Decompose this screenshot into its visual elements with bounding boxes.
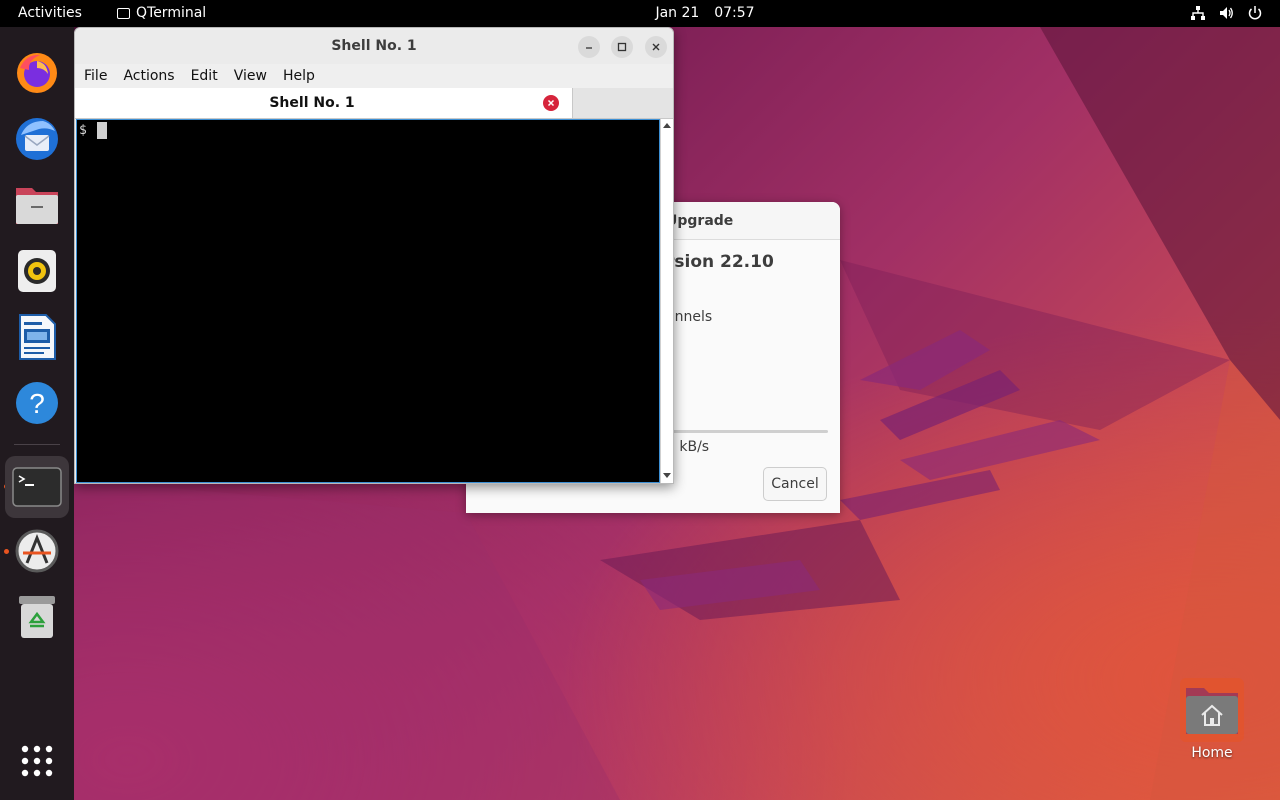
minimize-icon (586, 47, 592, 49)
scroll-up-arrow-icon[interactable] (663, 123, 671, 128)
dock-separator (14, 444, 60, 445)
menu-help[interactable]: Help (274, 64, 322, 88)
dock-item-files[interactable] (8, 176, 66, 234)
volume-icon[interactable] (1218, 5, 1234, 21)
cancel-button[interactable]: Cancel (763, 467, 827, 501)
clock[interactable]: Jan 21 07:57 (0, 0, 1280, 27)
home-folder-icon (1186, 688, 1238, 734)
clock-date: Jan 21 (655, 5, 700, 21)
folder-icon (16, 188, 58, 224)
menu-file[interactable]: File (75, 64, 114, 88)
home-label: Home (1191, 745, 1233, 761)
menu-bar: File Actions Edit View Help (75, 64, 673, 88)
firefox-icon (17, 53, 57, 93)
dock-item-writer[interactable] (8, 308, 66, 366)
menu-view[interactable]: View (225, 64, 274, 88)
tab-bar: Shell No. 1 (75, 88, 673, 119)
dock: ? (0, 27, 74, 800)
dock-item-thunderbird[interactable] (8, 110, 66, 168)
tab-shell-1[interactable]: Shell No. 1 (75, 88, 573, 118)
terminal-icon (12, 467, 62, 507)
terminal-area[interactable]: $ (76, 119, 660, 483)
dock-item-firefox[interactable] (8, 44, 66, 102)
close-icon (652, 43, 660, 51)
upgrade-progress-bar (671, 430, 828, 433)
maximize-icon (617, 42, 627, 52)
shell-prompt: $ (79, 123, 87, 138)
terminal-scrollbar[interactable] (660, 119, 673, 483)
network-icon[interactable] (1190, 5, 1206, 21)
qterminal-window[interactable]: Shell No. 1 File Actions Edit View Help … (74, 27, 674, 484)
menu-edit[interactable]: Edit (182, 64, 225, 88)
close-icon (547, 99, 555, 107)
help-icon: ? (16, 382, 58, 424)
power-icon[interactable] (1247, 5, 1263, 21)
trash-icon (19, 596, 55, 638)
text-cursor (97, 122, 107, 139)
document-icon (19, 314, 56, 360)
dock-item-show-apps[interactable] (8, 732, 66, 790)
dock-item-trash[interactable] (8, 588, 66, 646)
updater-icon (15, 529, 59, 573)
dock-item-help[interactable]: ? (8, 374, 66, 432)
svg-text:?: ? (29, 388, 45, 419)
dock-item-software-updater[interactable] (8, 522, 66, 580)
close-button[interactable] (645, 36, 667, 58)
minimize-button[interactable] (578, 36, 600, 58)
maximize-button[interactable] (611, 36, 633, 58)
app-grid-icon (21, 745, 53, 777)
desktop-home-icon[interactable]: Home (1176, 678, 1248, 768)
dock-item-terminal[interactable] (5, 456, 69, 518)
clock-time: 07:57 (714, 5, 755, 21)
thunderbird-icon (16, 118, 58, 160)
menu-actions[interactable]: Actions (114, 64, 181, 88)
upgrade-version-heading: rsion 22.10 (666, 252, 774, 272)
speaker-icon (18, 250, 56, 292)
upgrade-dialog-title: Upgrade (666, 213, 734, 229)
tab-label: Shell No. 1 (269, 95, 355, 111)
tab-close-button[interactable] (543, 95, 559, 111)
dock-item-rhythmbox[interactable] (8, 242, 66, 300)
top-bar: Activities QTerminal Jan 21 07:57 (0, 0, 1280, 27)
scroll-down-arrow-icon[interactable] (663, 473, 671, 478)
